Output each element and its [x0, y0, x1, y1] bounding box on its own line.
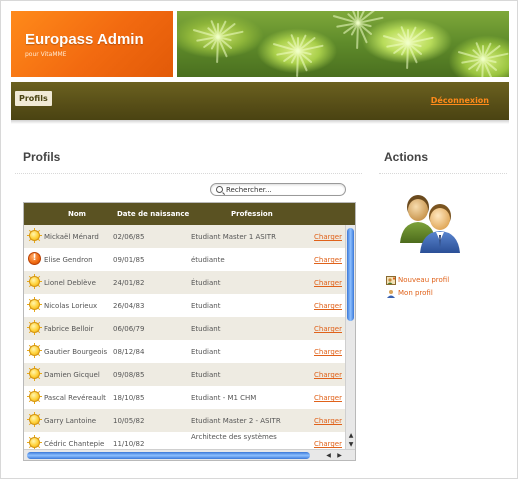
cell-date: 10/05/82 [113, 417, 145, 425]
load-link[interactable]: Charger [314, 233, 342, 241]
scroll-up-arrow-icon[interactable]: ▲ [347, 432, 355, 440]
cell-name: Mickaël Ménard [44, 233, 99, 241]
divider [15, 173, 362, 174]
load-link[interactable]: Charger [314, 302, 342, 310]
cell-name: Elise Gendron [44, 256, 93, 264]
load-link[interactable]: Charger [314, 417, 342, 425]
cell-name: Gautier Bourgeois [44, 348, 108, 356]
cell-name: Garry Lantoine [44, 417, 97, 425]
load-link[interactable]: Charger [314, 394, 342, 402]
search-box[interactable] [210, 183, 346, 196]
cell-name: Damien Gicquel [44, 371, 100, 379]
cell-profession: Etudiant [191, 348, 221, 356]
cell-date: 09/08/85 [113, 371, 145, 379]
column-header-profession[interactable]: Profession [231, 210, 273, 218]
table-row: Garry Lantoine 10/05/82 Etudiant Master 2 … [24, 409, 345, 432]
divider [379, 173, 507, 174]
cell-name: Cédric Chantepie [44, 440, 105, 448]
sun-icon [27, 343, 42, 358]
new-profile-icon [386, 276, 396, 285]
action-label: Mon profil [398, 289, 433, 297]
sun-icon [27, 389, 42, 404]
cell-profession: Étudiant [191, 279, 221, 287]
cell-date: 08/12/84 [113, 348, 145, 356]
brand-block: Europass Admin pour VitaMME [11, 11, 173, 77]
sun-icon [27, 228, 42, 243]
cell-date: 06/06/79 [113, 325, 145, 333]
cell-date: 24/01/82 [113, 279, 145, 287]
banner-image [177, 11, 509, 77]
nav-bar: Profils Déconnexion [11, 82, 509, 124]
table-row: ! Elise Gendron 09/01/85 étudiante Charger [24, 248, 345, 271]
cell-date: 11/10/82 [113, 440, 145, 448]
cell-name: Fabrice Belloir [44, 325, 94, 333]
tab-profils[interactable]: Profils [15, 91, 52, 106]
load-link[interactable]: Charger [314, 440, 342, 448]
cell-profession: Etudiant [191, 325, 221, 333]
scroll-thumb[interactable] [347, 228, 354, 321]
search-input[interactable] [226, 184, 341, 195]
profiles-table: Nom Date de naissance Profession Mickaël… [23, 202, 356, 461]
sun-icon [27, 435, 42, 450]
table-row: Cédric Chantepie 11/10/82 Architecte des s… [24, 432, 345, 450]
app-title: Europass Admin [25, 31, 144, 48]
actions-heading: Actions [384, 150, 429, 164]
scroll-thumb[interactable] [27, 452, 310, 459]
cell-date: 02/06/85 [113, 233, 145, 241]
load-link[interactable]: Charger [314, 371, 342, 379]
sun-icon [27, 274, 42, 289]
scroll-down-arrow-icon[interactable]: ▼ [347, 441, 355, 449]
scroll-right-arrow-icon[interactable]: ▶ [335, 451, 344, 460]
app-subtitle: pour VitaMME [25, 51, 67, 58]
header: Europass Admin pour VitaMME [11, 11, 509, 77]
users-icon [400, 195, 460, 253]
scroll-left-arrow-icon[interactable]: ◀ [324, 451, 333, 460]
table-row: Pascal Revéreault 18/10/85 Etudiant - M1 C… [24, 386, 345, 409]
load-link[interactable]: Charger [314, 279, 342, 287]
sun-icon [27, 297, 42, 312]
table-row: Nicolas Lorieux 26/04/83 Etudiant Charger [24, 294, 345, 317]
load-link[interactable]: Charger [314, 256, 342, 264]
table-body: Mickaël Ménard 02/06/85 Etudiant Master 1 … [24, 225, 345, 450]
page: Europass Admin pour VitaMME Profils Déco… [0, 0, 518, 479]
table-row: Damien Gicquel 09/08/85 Etudiant Charger [24, 363, 345, 386]
cell-date: 18/10/85 [113, 394, 145, 402]
vertical-scrollbar[interactable]: ▲ ▼ [345, 225, 355, 450]
cell-profession: étudiante [191, 256, 225, 264]
table-row: Gautier Bourgeois 08/12/84 Etudiant Charger [24, 340, 345, 363]
cell-date: 09/01/85 [113, 256, 145, 264]
sun-icon [27, 320, 42, 335]
cell-profession: Etudiant [191, 302, 221, 310]
table-row: Lionel Deblève 24/01/82 Étudiant Charger [24, 271, 345, 294]
sun-icon [27, 412, 42, 427]
load-link[interactable]: Charger [314, 325, 342, 333]
action-label: Nouveau profil [398, 276, 450, 284]
cell-profession: Etudiant - M1 CHM [191, 394, 257, 402]
cell-date: 26/04/83 [113, 302, 145, 310]
logout-link[interactable]: Déconnexion [431, 96, 489, 105]
cell-profession: Etudiant [191, 371, 221, 379]
load-link[interactable]: Charger [314, 348, 342, 356]
cell-profession: Etudiant Master 2 - ASITR [191, 417, 281, 425]
my-profile-icon [387, 290, 395, 298]
cell-name: Lionel Deblève [44, 279, 96, 287]
profils-heading: Profils [23, 150, 61, 164]
table-header: Nom Date de naissance Profession [24, 203, 355, 225]
cell-profession: Architecte des systèmes [191, 433, 277, 441]
column-header-nom[interactable]: Nom [68, 210, 86, 218]
table-row: Fabrice Belloir 06/06/79 Etudiant Charger [24, 317, 345, 340]
cell-profession: Etudiant Master 1 ASITR [191, 233, 276, 241]
horizontal-scrollbar[interactable]: ◀ ▶ [24, 449, 355, 460]
column-header-date[interactable]: Date de naissance [117, 210, 189, 218]
search-icon [216, 186, 223, 193]
table-row: Mickaël Ménard 02/06/85 Etudiant Master 1 … [24, 225, 345, 248]
warning-icon: ! [27, 251, 42, 266]
cell-name: Pascal Revéreault [44, 394, 106, 402]
cell-name: Nicolas Lorieux [44, 302, 98, 310]
sun-icon [27, 366, 42, 381]
